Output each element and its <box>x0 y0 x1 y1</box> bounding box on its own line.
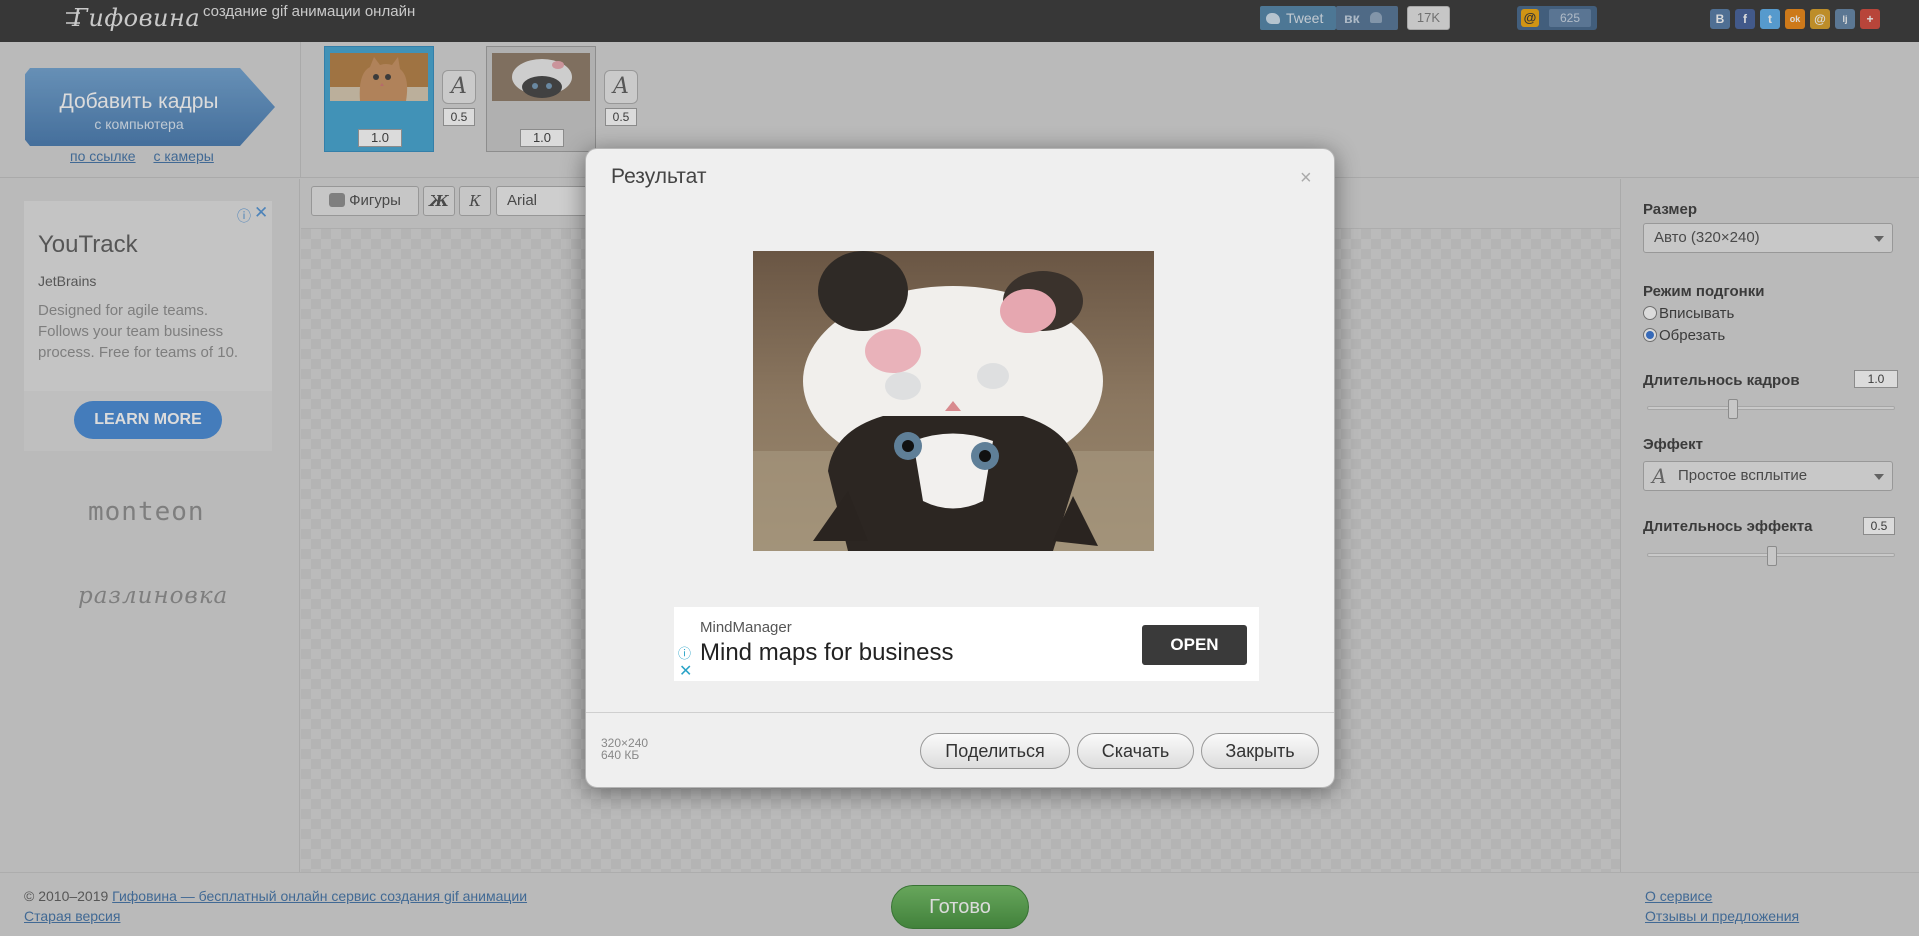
gif-info: 320×240 640 КБ <box>601 737 648 761</box>
close-icon[interactable]: × <box>1300 167 1312 190</box>
result-gif-preview <box>753 251 1154 551</box>
dialog-title: Результат <box>611 165 707 188</box>
ad-headline: Mind maps for business <box>700 639 954 666</box>
ad-open-button[interactable]: OPEN <box>1142 625 1247 665</box>
gif-file-size: 640 КБ <box>601 748 640 762</box>
mindmanager-ad[interactable]: MindManager Mind maps for business OPEN … <box>674 607 1259 681</box>
result-dialog: Результат × MindManager Mind maps for bu… <box>585 148 1335 788</box>
download-button[interactable]: Скачать <box>1077 733 1194 769</box>
ad-close-icon[interactable]: ✕ <box>679 661 692 681</box>
dialog-divider <box>586 712 1334 713</box>
ad-info-icon[interactable]: ⓘ <box>678 643 691 662</box>
close-button[interactable]: Закрыть <box>1201 733 1319 769</box>
share-button[interactable]: Поделиться <box>920 733 1070 769</box>
ad-brand: MindManager <box>700 619 792 636</box>
